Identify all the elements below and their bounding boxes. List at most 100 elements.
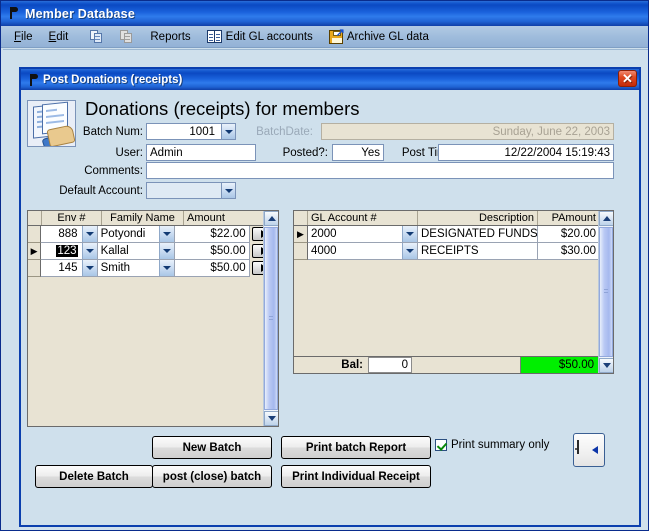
balance-value: 0 (368, 357, 412, 373)
user-label: User: (115, 147, 143, 159)
posted-value: Yes (361, 146, 380, 159)
page-title: Donations (receipts) for members (85, 98, 360, 119)
table-row[interactable]: 4000 RECEIPTS $30.00 (294, 243, 613, 260)
family-name-cell[interactable]: Smith (97, 260, 175, 277)
print-individual-receipt-button[interactable]: Print Individual Receipt (281, 465, 431, 488)
print-summary-only-label: Print summary only (451, 439, 550, 451)
gl-grid-header: GL Account # Description PAmount (294, 211, 613, 226)
scroll-down-button[interactable] (599, 358, 613, 373)
menu-item-file[interactable]: File (7, 29, 40, 45)
balance-spacer (412, 357, 520, 373)
row-selector[interactable] (294, 243, 308, 260)
toolbar-copy-button[interactable] (83, 28, 111, 46)
post-time-field[interactable]: 12/22/2004 15:19:43 (438, 144, 614, 161)
book-icon (206, 30, 222, 43)
delete-batch-button[interactable]: Delete Batch (35, 465, 153, 488)
menu-item-edit[interactable]: Edit (42, 29, 76, 45)
scroll-down-button[interactable] (264, 411, 278, 426)
exit-button[interactable] (573, 433, 605, 467)
batch-date-value: Sunday, June 22, 2003 (492, 125, 610, 138)
chevron-down-icon[interactable] (402, 243, 417, 259)
scroll-up-button[interactable] (599, 211, 613, 226)
comments-label: Comments: (84, 165, 143, 177)
menu-item-reports[interactable]: Reports (143, 29, 197, 45)
user-field[interactable]: Admin (146, 144, 256, 161)
posted-label: Posted?: (282, 147, 328, 159)
chevron-down-icon[interactable] (221, 183, 235, 198)
chevron-down-icon[interactable] (158, 243, 174, 259)
family-name-cell[interactable]: Kallal (97, 243, 175, 260)
member-donations-grid[interactable]: Env # Family Name Amount 888 Potyondi $2… (27, 210, 279, 427)
row-selector[interactable] (28, 260, 42, 277)
gl-amount-cell[interactable]: $30.00 (538, 243, 600, 260)
balance-row: Bal: 0 $50.00 (294, 356, 598, 373)
table-row[interactable]: 145 Smith $50.00 (28, 260, 278, 277)
env-cell[interactable]: 888 (41, 226, 98, 243)
print-summary-only-checkbox[interactable]: Print summary only (435, 439, 549, 451)
batch-date-field: Sunday, June 22, 2003 (321, 123, 614, 140)
gl-grid-header-description[interactable]: Description (418, 211, 538, 225)
app-window-icon (5, 6, 21, 22)
gl-grid-header-account[interactable]: GL Account # (308, 211, 418, 225)
menu-item-archive-gl-data[interactable]: ↗ Archive GL data (322, 27, 436, 46)
gl-description-cell[interactable]: RECEIPTS (418, 243, 538, 260)
app-title-text: Member Database (25, 6, 135, 21)
comments-field[interactable] (146, 162, 614, 179)
gl-distribution-grid[interactable]: GL Account # Description PAmount ▶ 2000 … (293, 210, 614, 374)
member-grid-header-family[interactable]: Family Name (102, 211, 184, 225)
new-batch-button[interactable]: New Batch (152, 436, 272, 459)
chevron-down-icon[interactable] (81, 260, 97, 276)
row-selector[interactable]: ▶ (28, 243, 42, 260)
batch-num-combo[interactable]: 1001 (146, 123, 236, 140)
menu-item-reports-label: Reports (150, 30, 191, 43)
app-client-area: Post Donations (receipts) ✕ Donations (r… (3, 49, 648, 530)
amount-cell[interactable]: $50.00 (174, 260, 250, 277)
chevron-down-icon[interactable] (158, 260, 174, 276)
checkbox-indicator[interactable] (435, 439, 447, 451)
scroll-up-button[interactable] (264, 211, 278, 226)
toolbar-paste-button[interactable] (113, 28, 141, 46)
family-name-cell[interactable]: Potyondi (97, 226, 175, 243)
chevron-down-icon[interactable] (81, 243, 97, 259)
member-grid-scrollbar[interactable] (263, 211, 278, 426)
table-row[interactable]: 888 Potyondi $22.00 (28, 226, 278, 243)
posted-field[interactable]: Yes (332, 144, 384, 161)
donations-document-icon (27, 100, 76, 147)
dialog-title-bar: Post Donations (receipts) ✕ (21, 69, 639, 90)
env-cell[interactable]: 123 (41, 243, 98, 260)
app-title-bar: Member Database (1, 1, 648, 26)
default-account-label: Default Account: (59, 185, 143, 197)
print-batch-report-button[interactable]: Print batch Report (281, 436, 431, 459)
gl-grid-header-amount[interactable]: PAmount (538, 211, 600, 225)
member-grid-header-selector (28, 211, 42, 225)
env-cell[interactable]: 145 (41, 260, 98, 277)
post-time-value: 12/22/2004 15:19:43 (504, 146, 610, 159)
table-row[interactable]: ▶ 2000 DESIGNATED FUNDS $20.00 (294, 226, 613, 243)
post-donations-dialog: Post Donations (receipts) ✕ Donations (r… (19, 67, 641, 527)
amount-cell[interactable]: $50.00 (174, 243, 250, 260)
gl-grid-scrollbar[interactable] (598, 211, 613, 373)
chevron-down-icon[interactable] (81, 226, 97, 242)
default-account-combo[interactable] (146, 182, 236, 199)
menu-item-archive-gl-data-label: Archive GL data (346, 30, 429, 43)
scrollbar-thumb[interactable] (264, 227, 278, 410)
row-selector[interactable]: ▶ (294, 226, 308, 243)
post-close-batch-button[interactable]: post (close) batch (152, 465, 272, 488)
member-grid-header-amount[interactable]: Amount (184, 211, 264, 225)
member-grid-header-env[interactable]: Env # (42, 211, 102, 225)
gl-amount-cell[interactable]: $20.00 (538, 226, 600, 243)
gl-account-cell[interactable]: 4000 (308, 243, 418, 260)
balance-label: Bal: (341, 359, 363, 371)
close-icon[interactable]: ✕ (618, 70, 637, 87)
gl-description-cell[interactable]: DESIGNATED FUNDS (418, 226, 538, 243)
menu-item-edit-gl-accounts[interactable]: Edit GL accounts (200, 28, 320, 45)
paste-icon (120, 29, 134, 44)
gl-account-cell[interactable]: 2000 (308, 226, 418, 243)
chevron-down-icon[interactable] (402, 226, 417, 242)
row-selector[interactable] (28, 226, 42, 243)
chevron-down-icon[interactable] (221, 124, 235, 139)
scrollbar-thumb[interactable] (599, 227, 613, 357)
table-row[interactable]: ▶ 123 Kallal $50.00 (28, 243, 278, 260)
chevron-down-icon[interactable] (158, 226, 174, 242)
amount-cell[interactable]: $22.00 (174, 226, 250, 243)
